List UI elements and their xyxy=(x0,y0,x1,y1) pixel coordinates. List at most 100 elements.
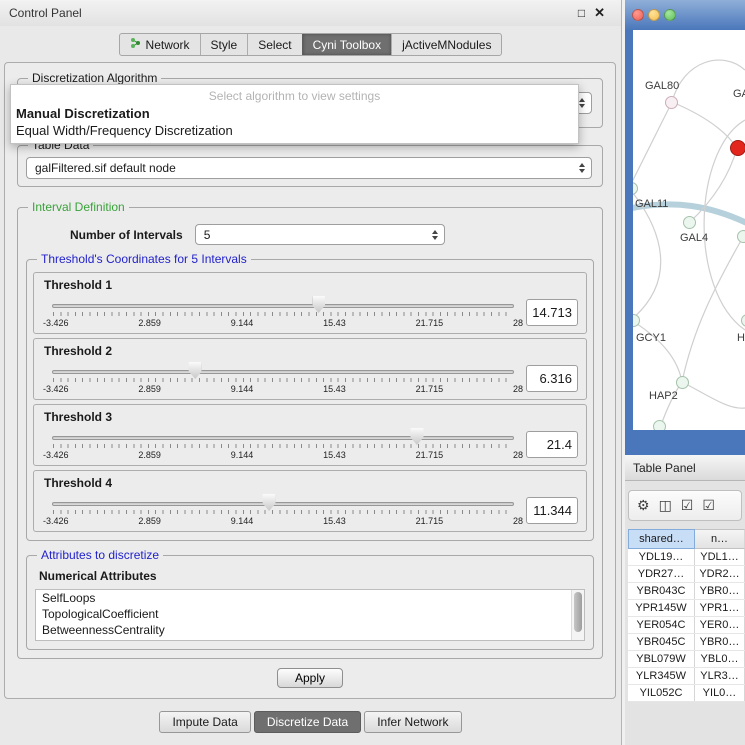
tab-infer-network[interactable]: Infer Network xyxy=(364,711,461,733)
select-columns-check-icon[interactable]: ☑ xyxy=(702,497,715,514)
table-data-combo[interactable]: galFiltered.sif default node xyxy=(26,157,592,179)
attributes-list[interactable]: SelfLoopsTopologicalCoefficientBetweenne… xyxy=(35,589,585,641)
tab-style[interactable]: Style xyxy=(200,34,248,55)
table-row[interactable]: YER054CYER0… xyxy=(628,617,745,634)
select-rows-check-icon[interactable]: ☑ xyxy=(681,497,694,514)
control-panel-titlebar: Control Panel □ ✕ xyxy=(0,0,621,26)
table-row[interactable]: YBR045CYBR0… xyxy=(628,634,745,651)
scale-label: 21.715 xyxy=(416,318,444,328)
table-cell[interactable]: YPR145W xyxy=(628,600,695,616)
threshold-1-slider[interactable]: -3.4262.8599.14415.4321.71528 xyxy=(52,292,514,332)
node-table-body: YDL19…YDL1…YDR27…YDR2…YBR043CYBR0…YPR145… xyxy=(628,549,745,702)
panel-title: Control Panel xyxy=(9,6,82,20)
threshold-4-value[interactable]: 11.344 xyxy=(526,497,578,524)
network-canvas[interactable]: GAL80 GAL GAL11 GAL4 GCY1 H HAP2 xyxy=(633,30,745,430)
dropdown-option-manual-discretization[interactable]: Manual Discretization xyxy=(11,105,578,122)
threshold-2-slider[interactable]: -3.4262.8599.14415.4321.71528 xyxy=(52,358,514,398)
column-header-shared-name[interactable]: shared… xyxy=(628,529,695,549)
minimize-traffic-light-icon[interactable] xyxy=(648,9,660,21)
tab-cyni-toolbox[interactable]: Cyni Toolbox xyxy=(302,34,391,55)
control-panel: Control Panel □ ✕ Network Style Select C… xyxy=(0,0,622,745)
slider-thumb[interactable] xyxy=(189,362,202,379)
tab-discretize-data[interactable]: Discretize Data xyxy=(254,711,361,733)
table-cell[interactable]: YBR045C xyxy=(628,634,695,650)
dropdown-option-equal-width-frequency[interactable]: Equal Width/Frequency Discretization xyxy=(11,122,578,139)
scale-label: 28 xyxy=(513,318,523,328)
top-tab-bar: Network Style Select Cyni Toolbox jActiv… xyxy=(0,33,621,56)
table-cell[interactable]: YBL0… xyxy=(695,651,745,667)
tab-label: Cyni Toolbox xyxy=(313,38,381,52)
table-cell[interactable]: YDL19… xyxy=(628,549,695,565)
threshold-3-value[interactable]: 21.4 xyxy=(526,431,578,458)
table-row[interactable]: YBL079WYBL0… xyxy=(628,651,745,668)
attributes-scrollbar[interactable] xyxy=(571,590,584,640)
table-cell[interactable]: YPR1… xyxy=(695,600,745,616)
node-label-partial: H xyxy=(737,332,745,344)
table-cell[interactable]: YER054C xyxy=(628,617,695,633)
scale-label: 2.859 xyxy=(138,450,161,460)
scale-label: 9.144 xyxy=(231,318,254,328)
interval-definition-group: Interval Definition Number of Intervals … xyxy=(17,207,603,659)
table-row[interactable]: YBR043CYBR0… xyxy=(628,583,745,600)
close-icon[interactable]: ✕ xyxy=(594,5,605,21)
table-cell[interactable]: YDR27… xyxy=(628,566,695,582)
scale-label: 21.715 xyxy=(416,384,444,394)
slider-thumb[interactable] xyxy=(312,296,325,313)
slider-thumb[interactable] xyxy=(410,428,423,445)
table-cell[interactable]: YDR2… xyxy=(695,566,745,582)
network-node[interactable] xyxy=(665,96,678,109)
slider-thumb[interactable] xyxy=(263,494,276,511)
table-cell[interactable]: YLR345W xyxy=(628,668,695,684)
tab-jactivemnodules[interactable]: jActiveMNodules xyxy=(391,34,501,55)
slider-track xyxy=(52,436,514,440)
node-label-partial: GAL xyxy=(733,88,745,100)
threshold-1-value[interactable]: 14.713 xyxy=(526,299,578,326)
threshold-4-slider[interactable]: -3.4262.8599.14415.4321.71528 xyxy=(52,490,514,530)
thresholds-group: Threshold's Coordinates for 5 Intervals … xyxy=(26,259,594,541)
slider-ticks xyxy=(53,378,513,382)
table-cell[interactable]: YBL079W xyxy=(628,651,695,667)
number-of-intervals-combo[interactable]: 5 xyxy=(195,224,445,245)
columns-icon[interactable]: ◫ xyxy=(659,497,672,514)
table-cell[interactable]: YIL0… xyxy=(695,685,745,701)
zoom-traffic-light-icon[interactable] xyxy=(664,9,676,21)
table-row[interactable]: YPR145WYPR1… xyxy=(628,600,745,617)
network-node[interactable] xyxy=(653,420,666,430)
gear-icon[interactable]: ⚙ xyxy=(637,497,650,514)
threshold-2-value[interactable]: 6.316 xyxy=(526,365,578,392)
table-header-row: shared… n… xyxy=(628,529,745,549)
tab-impute-data[interactable]: Impute Data xyxy=(159,711,250,733)
tab-select[interactable]: Select xyxy=(247,34,301,55)
table-row[interactable]: YDL19…YDL1… xyxy=(628,549,745,566)
tab-network[interactable]: Network xyxy=(120,34,200,55)
scale-label: 2.859 xyxy=(138,384,161,394)
scale-label: -3.426 xyxy=(43,384,69,394)
node-table: shared… n… YDL19…YDL1…YDR27…YDR2…YBR043C… xyxy=(628,529,745,702)
table-row[interactable]: YIL052CYIL0… xyxy=(628,685,745,702)
close-traffic-light-icon[interactable] xyxy=(632,9,644,21)
attribute-list-item[interactable]: TopologicalCoefficient xyxy=(36,606,584,622)
table-cell[interactable]: YBR0… xyxy=(695,634,745,650)
table-cell[interactable]: YBR043C xyxy=(628,583,695,599)
table-row[interactable]: YLR345WYLR3… xyxy=(628,668,745,685)
network-node[interactable] xyxy=(683,216,696,229)
network-node[interactable] xyxy=(737,230,745,243)
table-cell[interactable]: YIL052C xyxy=(628,685,695,701)
scale-label: 28 xyxy=(513,384,523,394)
float-window-icon[interactable]: □ xyxy=(578,6,585,20)
table-cell[interactable]: YDL1… xyxy=(695,549,745,565)
attribute-list-item[interactable]: SelfLoops xyxy=(36,590,584,606)
column-header-name[interactable]: n… xyxy=(695,529,745,549)
network-node[interactable] xyxy=(676,376,689,389)
table-cell[interactable]: YBR0… xyxy=(695,583,745,599)
apply-button[interactable]: Apply xyxy=(277,668,343,688)
scale-label: 15.43 xyxy=(323,450,346,460)
scrollbar-thumb[interactable] xyxy=(574,592,582,632)
network-node-red[interactable] xyxy=(730,140,745,156)
table-row[interactable]: YDR27…YDR2… xyxy=(628,566,745,583)
attribute-list-item[interactable]: BetweennessCentrality xyxy=(36,622,584,638)
threshold-3-slider[interactable]: -3.4262.8599.14415.4321.71528 xyxy=(52,424,514,464)
table-cell[interactable]: YLR3… xyxy=(695,668,745,684)
table-cell[interactable]: YER0… xyxy=(695,617,745,633)
bottom-tab-bar: Impute Data Discretize Data Infer Networ… xyxy=(0,711,621,733)
